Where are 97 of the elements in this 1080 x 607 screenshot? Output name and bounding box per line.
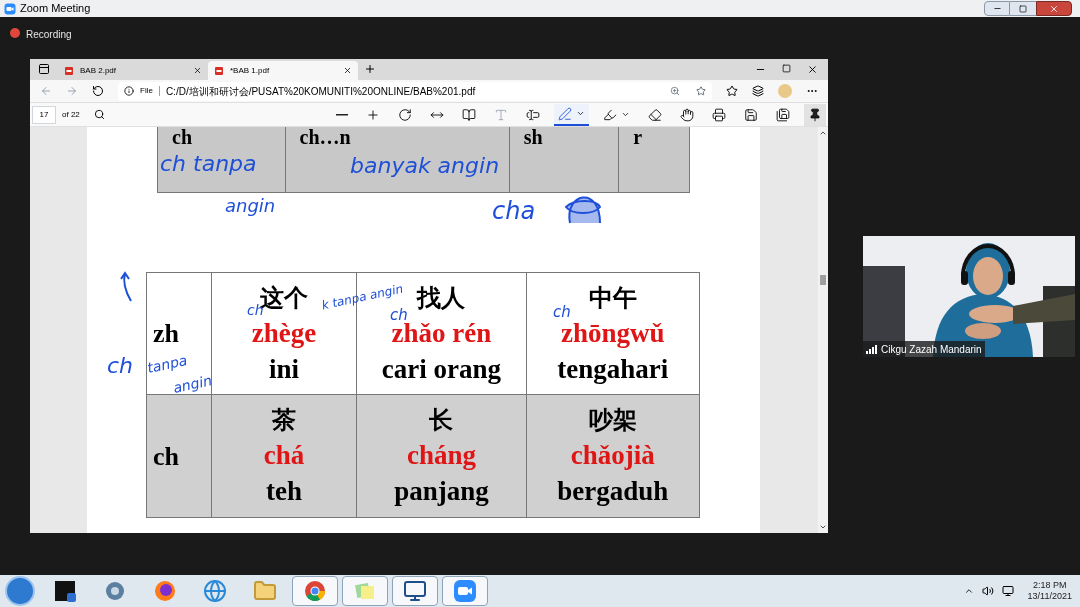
- clock-date: 13/11/2021: [1027, 591, 1072, 603]
- scroll-down-icon[interactable]: [819, 523, 827, 531]
- page-number-field[interactable]: 17: [32, 105, 56, 124]
- close-button[interactable]: [1036, 1, 1072, 16]
- table-cell-text: r: [632, 127, 644, 150]
- app-icon: [53, 579, 77, 603]
- pinyin-text: cháng: [406, 439, 476, 471]
- chevron-icon: [576, 109, 585, 118]
- search-icon[interactable]: [93, 109, 105, 120]
- handwritten-note: tanpa: [146, 352, 189, 376]
- tab-title: BAB 2.pdf: [80, 64, 117, 77]
- close-tab-icon[interactable]: [343, 66, 352, 75]
- handwritten-note: ch: [553, 305, 571, 320]
- scroll-thumb[interactable]: [820, 275, 826, 285]
- folder-icon: [253, 579, 277, 603]
- pen-icon: [558, 106, 572, 121]
- meaning-text: panjang: [394, 475, 489, 507]
- address-bar[interactable]: File C:/D/培训和研讨会/PUSAT%20KOMUNITI%20ONLINE/BAB%201.pdf: [118, 81, 712, 101]
- rotate-icon: [398, 107, 412, 122]
- favorites-icon[interactable]: [726, 85, 738, 97]
- hanzi-text: 长: [429, 406, 454, 435]
- toolbar-button[interactable]: [804, 103, 826, 126]
- pinyin-text: zhōngwǔ: [561, 317, 665, 349]
- handwritten-note: ch: [107, 355, 134, 377]
- table-cell: sh: [509, 127, 620, 192]
- gear-icon: [103, 579, 127, 603]
- start-button[interactable]: [5, 576, 35, 606]
- meaning-text: ini: [269, 352, 300, 385]
- printer-icon: [712, 107, 726, 122]
- hanzi-text: 中午: [588, 283, 637, 313]
- scroll-up-icon[interactable]: [819, 129, 827, 137]
- toolbar-button[interactable]: [554, 103, 589, 126]
- zoom-out-icon: [336, 113, 348, 116]
- highlighter-icon: [603, 107, 617, 122]
- speaker-icon[interactable]: [981, 585, 994, 597]
- pin-icon: [808, 107, 822, 122]
- save-as-icon: [776, 107, 790, 122]
- url-text: C:/D/培训和研讨会/PUSAT%20KOMUNITI%20ONLINE/BAB%201.pdf: [165, 84, 476, 99]
- scrollbar[interactable]: [818, 127, 828, 533]
- save-icon: [744, 107, 758, 122]
- clock-time: 2:18 PM: [1033, 579, 1067, 591]
- hanzi-text: 茶: [272, 406, 296, 435]
- table-cell: ch: [147, 395, 212, 517]
- pdf-icon: [64, 65, 74, 76]
- close-icon[interactable]: [807, 64, 818, 75]
- read-aloud-icon: [494, 107, 508, 122]
- refresh-icon[interactable]: [92, 85, 104, 97]
- zoom-in-icon: [366, 107, 380, 122]
- close-icon: [1049, 3, 1059, 14]
- hanzi-text: 吵架: [588, 406, 637, 435]
- signal-icon: [866, 344, 877, 354]
- meaning-text: teh: [266, 475, 302, 507]
- scheme-label: File: [140, 85, 153, 97]
- hanzi-text: 找人: [417, 283, 466, 313]
- pinyin-text: chá: [263, 439, 305, 471]
- recording-label: Recording: [26, 28, 72, 42]
- pdf-icon: [214, 65, 224, 76]
- meaning-text: tengahari: [557, 352, 669, 385]
- pinyin-text: zhège: [251, 316, 317, 349]
- browser-icon: [303, 579, 327, 603]
- computer-icon: [403, 579, 427, 603]
- browser-tab[interactable]: *BAB 1.pdf: [208, 61, 358, 80]
- chevron-icon: [621, 110, 630, 119]
- zoom-icon[interactable]: [670, 86, 680, 96]
- info-icon: [124, 86, 134, 96]
- tab-title: *BAB 1.pdf: [230, 64, 270, 77]
- star-icon[interactable]: [696, 86, 706, 96]
- handwritten-note: angin: [171, 373, 214, 395]
- new-tab-icon[interactable]: [364, 63, 376, 75]
- maximize-icon: [1019, 4, 1027, 13]
- collections-icon[interactable]: [752, 85, 764, 97]
- pinyin-text: chǎojià: [570, 439, 655, 471]
- video-camera-icon: [4, 2, 16, 15]
- eraser-icon: [648, 107, 662, 122]
- show-hidden-icons[interactable]: [963, 586, 974, 596]
- window-title: Zoom Meeting: [20, 1, 91, 17]
- handwritten-note: banyak angin: [350, 155, 500, 177]
- hand-icon: [680, 107, 694, 122]
- tab-actions-icon: [38, 63, 50, 75]
- handwritten-note: angin: [225, 197, 276, 215]
- handwritten-note: cha: [492, 199, 536, 223]
- text-box-icon: [526, 107, 540, 122]
- meaning-text: bergaduh: [557, 475, 669, 507]
- recording-icon: [10, 28, 20, 38]
- close-tab-icon[interactable]: [193, 66, 202, 75]
- page-view-icon: [462, 107, 476, 122]
- globe-icon: [203, 579, 227, 603]
- browser-icon: [153, 579, 177, 603]
- taskbar-button[interactable]: [392, 576, 438, 606]
- participant-name: Cikgu Zazah Mandarin: [881, 342, 982, 357]
- meaning-text: cari orang: [381, 352, 502, 385]
- restore-icon[interactable]: [782, 64, 791, 73]
- page-count: of 22: [62, 108, 80, 121]
- video-camera-icon: [453, 579, 477, 603]
- network-icon[interactable]: [1001, 585, 1014, 597]
- arrow-drawing: [119, 271, 135, 303]
- handwritten-note: ch tanpa: [160, 153, 257, 175]
